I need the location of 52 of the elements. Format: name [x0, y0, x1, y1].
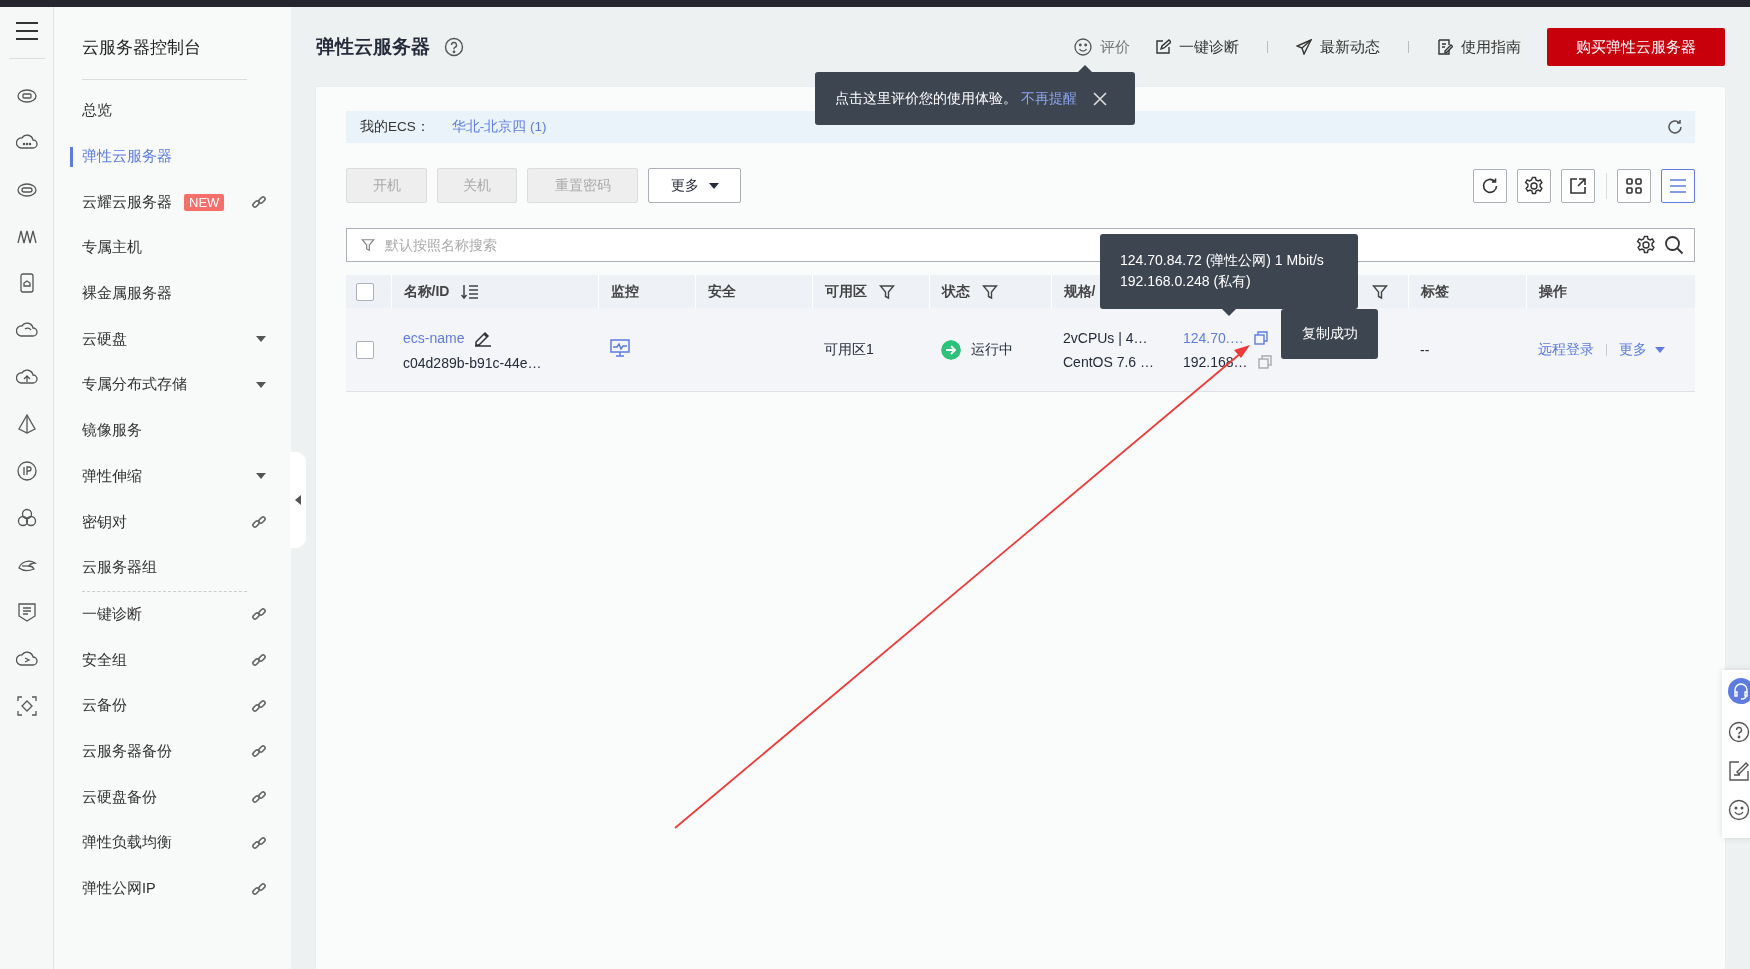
region-link[interactable]: 华北-北京四 (1) — [451, 118, 547, 136]
console-title: 云服务器控制台 — [82, 37, 247, 80]
column-header: 安全 — [707, 282, 736, 301]
server-name-link[interactable]: ecs-name — [403, 329, 465, 346]
sidebar-item[interactable]: 云耀云服务器 NEW — [54, 179, 291, 226]
sidebar-item[interactable]: 弹性伸缩 — [54, 453, 291, 500]
column-header: 操作 — [1538, 282, 1567, 301]
sidebar-item[interactable]: 专属分布式存储 — [54, 362, 291, 408]
buy-button[interactable]: 购买弹性云服务器 — [1547, 28, 1725, 66]
sidebar-item[interactable]: 一键诊断 — [54, 591, 291, 638]
header-link[interactable]: 一键诊断 — [1179, 37, 1239, 57]
header-link[interactable]: 使用指南 — [1461, 37, 1521, 57]
page-title: 弹性云服务器 — [316, 35, 430, 59]
sidebar-item[interactable]: 总览 — [54, 88, 291, 134]
tag-cell: -- — [1420, 341, 1430, 358]
sidebar-item[interactable]: 密钥对 — [54, 499, 291, 545]
sidebar-item[interactable]: 云备份 — [54, 682, 291, 729]
dismiss-link[interactable]: 不再提醒 — [1021, 89, 1077, 108]
column-header: 状态 — [941, 282, 970, 301]
spec-text: 2vCPUs | 4… — [1063, 329, 1149, 346]
sidebar-item[interactable]: 云硬盘备份 — [54, 774, 291, 820]
sidebar-item[interactable]: 专属主机 — [54, 225, 291, 271]
tooltip-text: 192.168.0.248 (私有) — [1120, 272, 1251, 291]
column-header: 监控 — [610, 282, 639, 301]
sidebar-item[interactable]: 弹性公网IP — [54, 865, 291, 912]
header-link[interactable]: 评价 — [1100, 37, 1130, 57]
sidebar-item[interactable]: 云硬盘 — [54, 316, 291, 363]
sidebar-item[interactable]: 镜像服务 — [54, 407, 291, 454]
region-label: 我的ECS： — [360, 118, 430, 136]
tooltip-text: 复制成功 — [1301, 325, 1358, 343]
new-badge: NEW — [184, 193, 225, 211]
server-id: c04d289b-b91c-44e… — [403, 354, 543, 371]
action-button[interactable]: 更多 — [648, 168, 741, 203]
sidebar-item[interactable]: 弹性负载均衡 — [54, 820, 291, 866]
sidebar-item[interactable]: 安全组 — [54, 637, 291, 683]
sidebar-item[interactable]: 云服务器备份 — [54, 728, 291, 775]
ip-link[interactable]: 124.70.… — [1183, 329, 1244, 346]
column-header: 名称/ID — [403, 282, 450, 301]
zone-cell: 可用区1 — [824, 340, 874, 357]
sidebar-item[interactable]: 云服务器组 — [54, 544, 291, 591]
column-header: 规格/ — [1063, 282, 1096, 301]
sidebar-item[interactable]: 弹性云服务器 — [54, 133, 291, 180]
status-text: 运行中 — [971, 340, 1013, 359]
image-text: CentOS 7.6 … — [1063, 353, 1156, 370]
more-link[interactable]: 更多 — [1619, 340, 1665, 359]
tooltip-text: 点击这里评价您的使用体验。 — [835, 89, 1017, 108]
column-header: 标签 — [1420, 282, 1449, 301]
column-header: 可用区 — [824, 282, 867, 301]
header-link[interactable]: 最新动态 — [1320, 37, 1380, 57]
search-input[interactable]: 默认按照名称搜索 — [383, 236, 1628, 254]
sidebar-item[interactable]: 裸金属服务器 — [54, 270, 291, 317]
remote-login-link[interactable]: 远程登录 — [1538, 340, 1594, 359]
